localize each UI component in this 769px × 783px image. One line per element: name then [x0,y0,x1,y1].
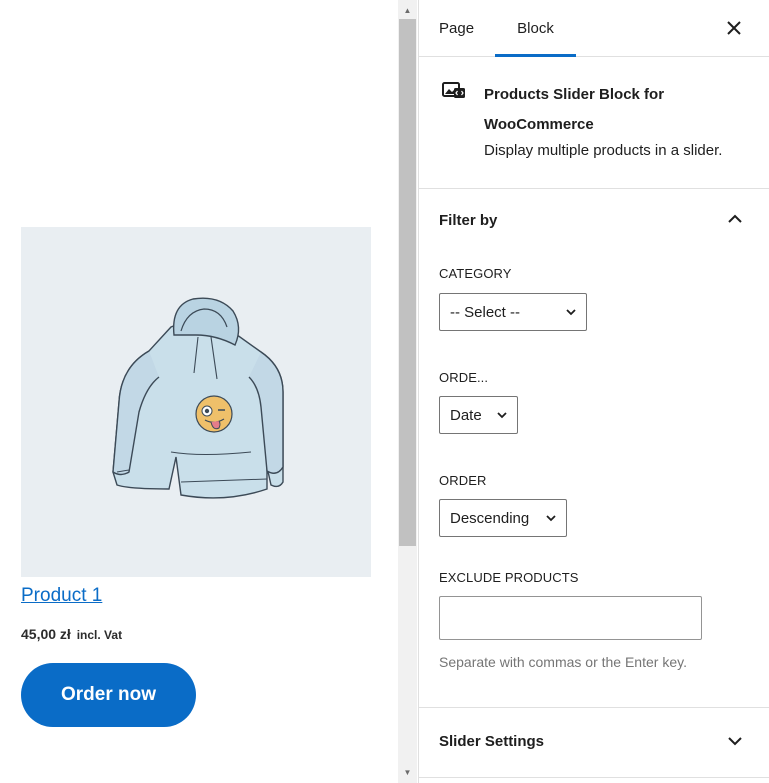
editor-canvas: Product 1 45,00 zł incl. Vat Order now [0,0,398,783]
tab-page[interactable]: Page [439,0,474,57]
filter-by-panel: Filter by CATEGORY -- Select -- ORDE... … [419,189,769,708]
filter-by-panel-toggle[interactable]: Filter by [419,189,769,253]
order-select[interactable]: Descending [439,499,567,537]
scroll-down-arrow-icon[interactable]: ▼ [398,763,417,781]
price-value: 45,00 zł [21,626,71,642]
order-by-label: ORDE... [439,370,489,385]
close-icon[interactable] [725,17,743,39]
order-by-select[interactable]: Date [439,396,518,434]
exclude-products-help: Separate with commas or the Enter key. [439,654,687,670]
scroll-thumb[interactable] [399,19,416,546]
product-image[interactable] [21,227,371,577]
tab-block[interactable]: Block [495,0,576,57]
chevron-down-icon [566,309,576,316]
chevron-down-icon [546,515,556,522]
canvas-scrollbar[interactable]: ▲ ▼ [398,0,417,783]
block-description: Display multiple products in a slider. [484,142,723,159]
filter-by-title: Filter by [439,212,498,229]
block-icon [442,82,466,105]
chevron-down-icon [497,412,507,419]
chevron-down-icon [728,737,742,746]
product-price: 45,00 zł incl. Vat [21,626,122,642]
slider-settings-panel[interactable]: Slider Settings [419,708,769,778]
block-settings-sidebar: Page Block Products Slider Block for Woo… [418,0,769,783]
product-title-link[interactable]: Product 1 [21,585,102,607]
category-select-value: -- Select -- [450,303,521,321]
exclude-products-label: EXCLUDE PRODUCTS [439,570,579,585]
order-by-select-value: Date [450,406,482,424]
category-select[interactable]: -- Select -- [439,293,587,331]
vat-label: incl. Vat [76,628,123,642]
scroll-up-arrow-icon[interactable]: ▲ [398,1,417,19]
slider-settings-title: Slider Settings [439,733,545,750]
order-label: ORDER [439,473,487,488]
category-label: CATEGORY [439,266,512,281]
order-select-value: Descending [450,509,530,527]
exclude-products-input[interactable] [439,596,702,640]
sidebar-tabs: Page Block [419,0,769,57]
block-card: Products Slider Block for WooCommerce Di… [419,57,769,189]
block-title: Products Slider Block for WooCommerce [484,86,665,133]
hoodie-image [112,297,284,499]
order-now-button[interactable]: Order now [21,663,196,727]
chevron-up-icon [728,214,742,223]
